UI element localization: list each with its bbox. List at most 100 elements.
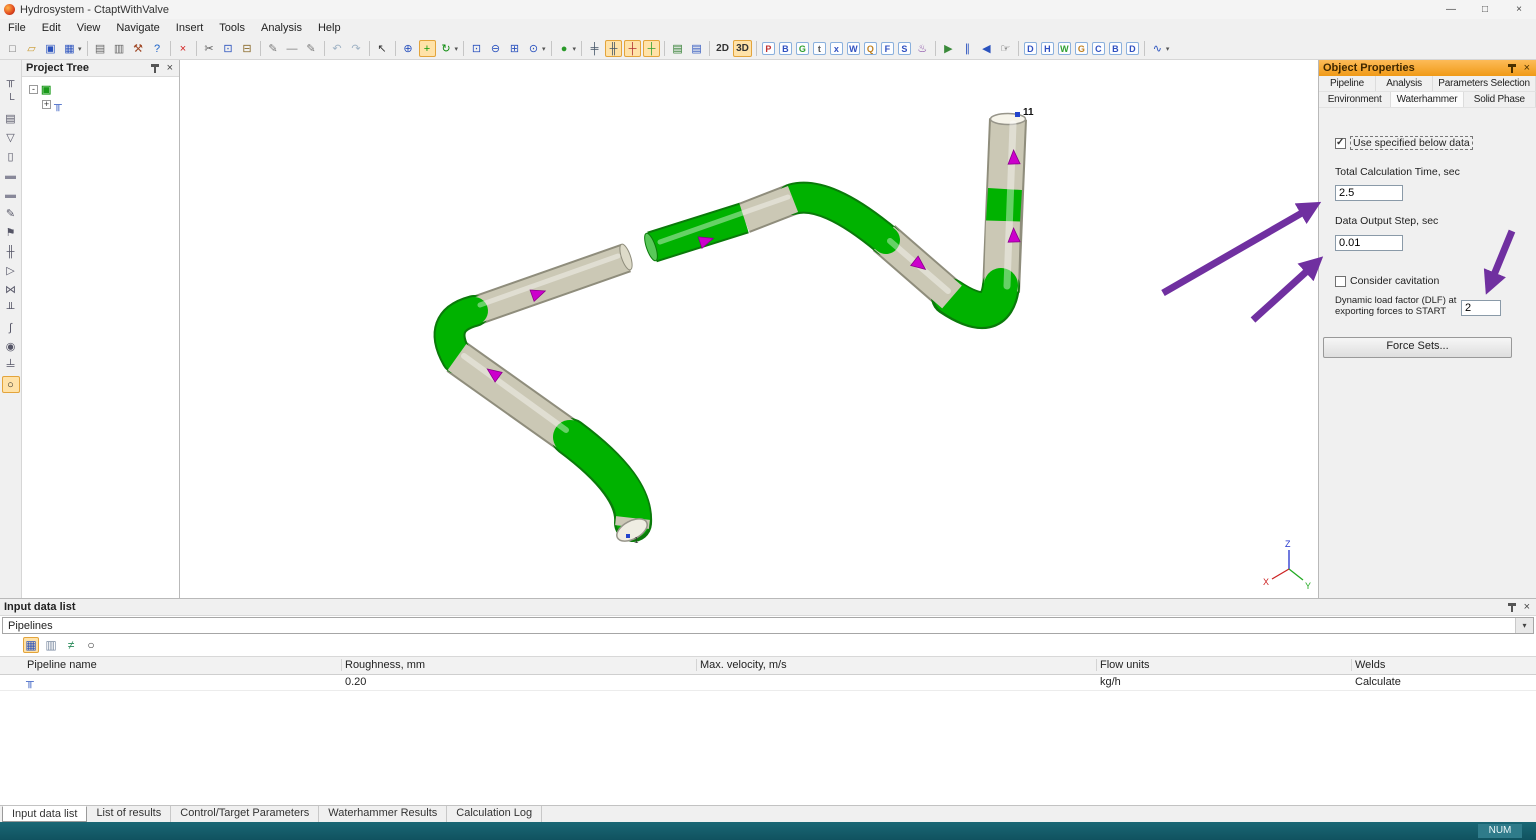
consider-cavitation-checkbox[interactable]	[1335, 276, 1346, 287]
close-button[interactable]: ×	[1502, 0, 1536, 19]
grid-view-icon[interactable]: ▦	[23, 637, 39, 653]
category-dropdown[interactable]: Pipelines ▾	[2, 617, 1534, 634]
delete-button[interactable]: ×	[175, 40, 192, 57]
run-analysis-button[interactable]: ▶	[940, 40, 957, 57]
tab-environment[interactable]: Environment	[1319, 92, 1391, 107]
force-sets-button[interactable]: Force Sets...	[1323, 337, 1512, 358]
pin-icon[interactable]	[1507, 602, 1517, 612]
render-mode-button[interactable]: ●	[556, 40, 573, 57]
corrosion-tool-button[interactable]: C	[1092, 42, 1105, 55]
tools-button[interactable]: ⚒	[130, 40, 147, 57]
insert-flange-button[interactable]: F	[881, 42, 894, 55]
insert-gate-button[interactable]: G	[796, 42, 809, 55]
column-header-roughness-mm[interactable]: Roughness, mm	[345, 657, 425, 673]
tab-input-data-list[interactable]: Input data list	[2, 806, 87, 822]
pause-analysis-button[interactable]: ∥	[959, 40, 976, 57]
drain-tool-button[interactable]: D	[1126, 42, 1139, 55]
node-numbers-button[interactable]: ╫	[605, 40, 622, 57]
insert-cross-button[interactable]: x	[830, 42, 843, 55]
zoom-window-button[interactable]: ⊡	[468, 40, 485, 57]
column-header-flow-units[interactable]: Flow units	[1100, 657, 1150, 673]
collapse-icon[interactable]: -	[29, 85, 38, 94]
undo-button[interactable]: ↶	[329, 40, 346, 57]
node-marker-bottom[interactable]	[626, 534, 630, 538]
grid-data-row[interactable]: ╥0.20kg/hCalculate	[0, 674, 1536, 691]
play-tool-icon[interactable]: ▷	[2, 262, 20, 279]
menu-file[interactable]: File	[0, 19, 34, 38]
zoom-selected-button[interactable]: ⊙	[525, 40, 542, 57]
welds-view-icon[interactable]: ≠	[63, 637, 79, 653]
print-button[interactable]: ▤	[92, 40, 109, 57]
tree-item-project[interactable]: - ▣	[29, 82, 179, 97]
tab-control-target-parameters[interactable]: Control/Target Parameters	[171, 806, 319, 822]
cell-welds[interactable]: Calculate	[1355, 674, 1401, 690]
zoom-in-button[interactable]: ⊕	[400, 40, 417, 57]
cap-tool-icon[interactable]: ▬	[2, 186, 20, 203]
elbow-tool-icon[interactable]: └	[2, 91, 20, 108]
data-output-step-input[interactable]	[1335, 235, 1403, 251]
use-specified-data-checkbox[interactable]	[1335, 138, 1346, 149]
wall-tool-button[interactable]: W	[1058, 42, 1071, 55]
insert-pump-button[interactable]: ♨	[914, 40, 931, 57]
total-calc-time-input[interactable]	[1335, 185, 1403, 201]
report-tool-icon[interactable]: ▤	[2, 110, 20, 127]
valve-tool-icon[interactable]: ⋈	[2, 281, 20, 298]
column-header-pipeline-name[interactable]: Pipeline name	[27, 657, 97, 673]
node-marker-top[interactable]	[1015, 112, 1020, 117]
render-mode-button-dropdown[interactable]: ▾	[573, 45, 577, 53]
help-button[interactable]: ?	[149, 40, 166, 57]
menu-insert[interactable]: Insert	[168, 19, 212, 38]
menu-edit[interactable]: Edit	[34, 19, 69, 38]
table-view-button-dropdown[interactable]: ▾	[78, 45, 82, 53]
menu-analysis[interactable]: Analysis	[253, 19, 310, 38]
menu-navigate[interactable]: Navigate	[108, 19, 167, 38]
tab-waterhammer-results[interactable]: Waterhammer Results	[319, 806, 447, 822]
dlf-input[interactable]	[1461, 300, 1501, 316]
bend-tool-button[interactable]: B	[1109, 42, 1122, 55]
viewport-3d[interactable]: 11 1 Z X Y	[180, 60, 1318, 598]
flask-tool-icon[interactable]: ▽	[2, 129, 20, 146]
maximize-button[interactable]: □	[1468, 0, 1502, 19]
results-report-button[interactable]: ▤	[688, 40, 705, 57]
open-file-button[interactable]: ▱	[23, 40, 40, 57]
select-cursor-button[interactable]: ↖	[374, 40, 391, 57]
view-3d-button[interactable]: 3D	[733, 40, 752, 57]
insert-support-button[interactable]: S	[898, 42, 911, 55]
chart-results-button[interactable]: ∿	[1149, 40, 1166, 57]
support-tool-icon[interactable]: ╨	[2, 300, 20, 317]
menu-help[interactable]: Help	[310, 19, 349, 38]
tab-pipeline[interactable]: Pipeline	[1319, 76, 1376, 91]
pump-tool-icon[interactable]: ◉	[2, 338, 20, 355]
pan-button[interactable]: +	[419, 40, 436, 57]
tab-list-of-results[interactable]: List of results	[87, 806, 171, 822]
circle-tool-icon[interactable]: ○	[2, 376, 20, 393]
column-header-max-velocity-m-s[interactable]: Max. velocity, m/s	[700, 657, 787, 673]
tube-tool-icon[interactable]: ▯	[2, 148, 20, 165]
copy-button[interactable]: ⊡	[220, 40, 237, 57]
paste-button[interactable]: ⊟	[239, 40, 256, 57]
insert-pipe-button[interactable]: P	[762, 42, 775, 55]
print-preview-button[interactable]: ▥	[111, 40, 128, 57]
tee-tool-icon[interactable]: ╫	[2, 243, 20, 260]
close-icon[interactable]: ×	[165, 62, 175, 74]
input-report-button[interactable]: ▤	[669, 40, 686, 57]
pin-icon[interactable]	[1507, 63, 1517, 73]
cell-flow-units[interactable]: kg/h	[1100, 674, 1121, 690]
insert-weld-button[interactable]: W	[847, 42, 860, 55]
table-view-button[interactable]: ▦	[61, 40, 78, 57]
tab-analysis[interactable]: Analysis	[1376, 76, 1433, 91]
tab-parameters-selection[interactable]: Parameters Selection	[1433, 76, 1536, 91]
refresh-view-button-dropdown[interactable]: ▾	[455, 45, 459, 53]
redo-button[interactable]: ↷	[348, 40, 365, 57]
probe-tool-button[interactable]: ☞	[997, 40, 1014, 57]
menu-tools[interactable]: Tools	[211, 19, 253, 38]
tree-item-pipeline[interactable]: + ╥	[29, 97, 179, 112]
minimize-button[interactable]: —	[1434, 0, 1468, 19]
cut-button[interactable]: ✂	[201, 40, 218, 57]
gap-tool-button[interactable]: G	[1075, 42, 1088, 55]
close-icon[interactable]: ×	[1522, 62, 1532, 74]
split-pipe-button[interactable]: ✎	[265, 40, 282, 57]
dimensions-button[interactable]: ╪	[586, 40, 603, 57]
insert-bend-button[interactable]: B	[779, 42, 792, 55]
tab-calculation-log[interactable]: Calculation Log	[447, 806, 542, 822]
